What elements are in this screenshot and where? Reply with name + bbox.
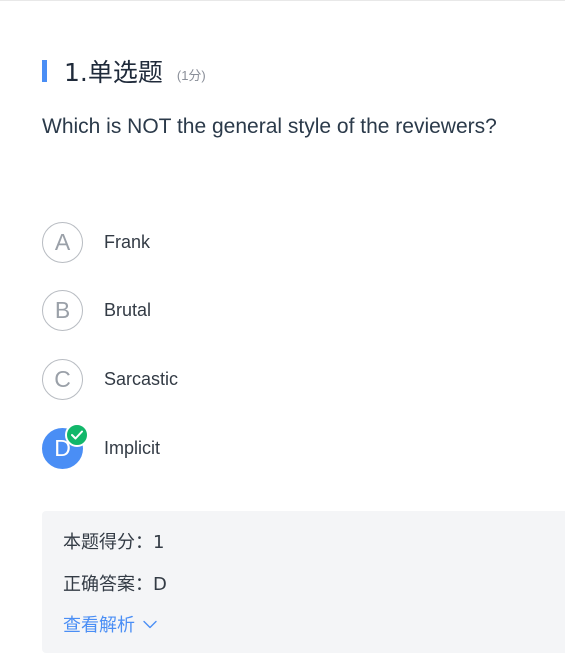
quiz-page: 1.单选题 (1分) Which is NOT the general styl… xyxy=(0,0,565,653)
option-c[interactable]: C Sarcastic xyxy=(42,359,178,400)
option-d-label: Implicit xyxy=(104,438,161,458)
question-header: 1.单选题 (1分) xyxy=(42,56,206,87)
option-c-letter: C xyxy=(54,366,71,392)
correct-answer-text: 正确答案：D xyxy=(63,574,167,595)
option-b-letter: B xyxy=(54,297,71,323)
option-a-circle: A xyxy=(42,222,83,263)
score-text: 本题得分：1 xyxy=(63,532,165,553)
option-c-circle: C xyxy=(42,359,83,400)
question-text: Which is NOT the general style of the re… xyxy=(42,115,497,138)
check-badge-icon xyxy=(65,423,89,447)
option-d[interactable]: D Implicit xyxy=(42,423,161,469)
option-b-label: Brutal xyxy=(104,300,152,320)
option-a[interactable]: A Frank xyxy=(42,222,150,263)
question-score: (1分) xyxy=(176,67,206,83)
answer-panel: 本题得分：1 正确答案：D 查看解析 xyxy=(42,511,565,653)
view-analysis-label: 查看解析 xyxy=(63,615,135,636)
header-accent-bar xyxy=(42,60,47,82)
option-a-label: Frank xyxy=(104,232,151,252)
option-b[interactable]: B Brutal xyxy=(42,290,151,331)
option-d-circle: D xyxy=(42,423,89,469)
chevron-down-icon xyxy=(143,620,157,629)
option-c-label: Sarcastic xyxy=(104,369,179,389)
top-divider xyxy=(0,0,565,1)
option-a-letter: A xyxy=(54,229,71,255)
option-b-circle: B xyxy=(42,290,83,331)
view-analysis-link[interactable]: 查看解析 xyxy=(63,611,157,637)
question-title: 1.单选题 xyxy=(64,58,163,87)
